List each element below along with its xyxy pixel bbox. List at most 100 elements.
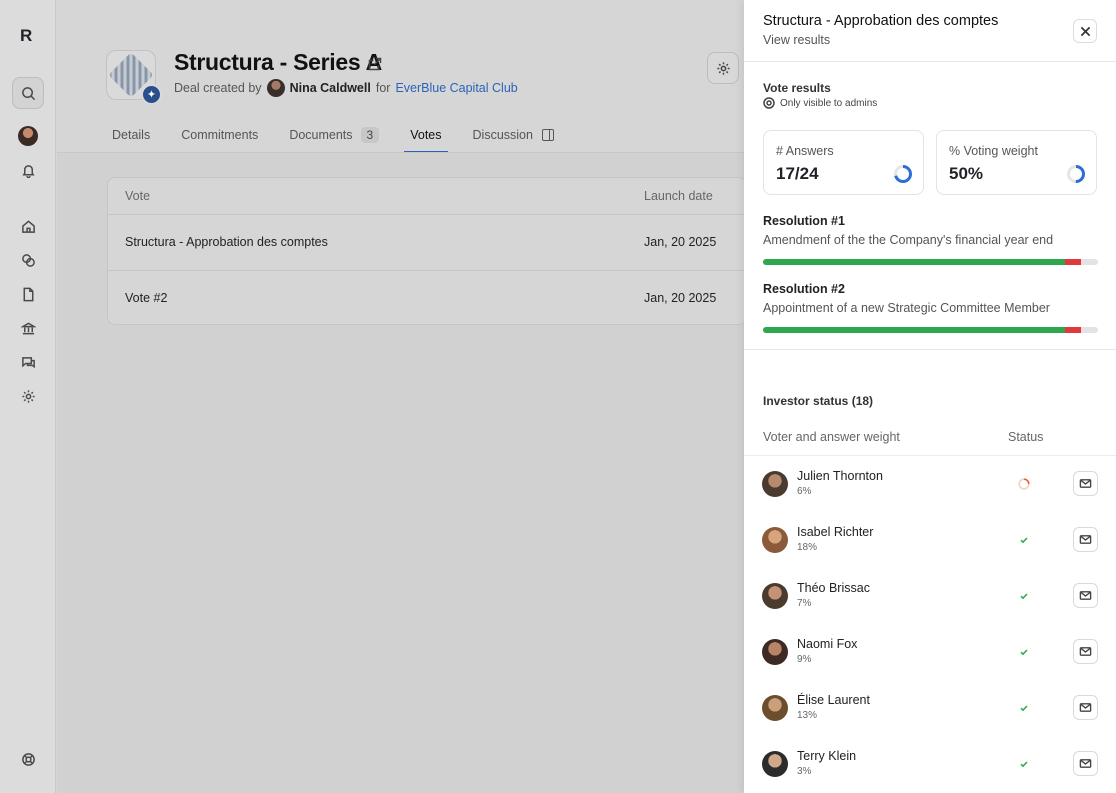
send-reminder-button[interactable] (1073, 695, 1098, 720)
bank-icon (20, 321, 36, 334)
investor-weight: 3% (797, 766, 812, 777)
help-button[interactable] (14, 745, 42, 773)
investor-row: Théo Brissac 7% (744, 568, 1116, 624)
club-link[interactable]: EverBlue Capital Club (395, 81, 517, 95)
left-rail: R (0, 0, 56, 793)
resolution-description: Amendmenf of the the Company's financial… (763, 233, 1054, 247)
club-badge-icon: ✦ (141, 84, 162, 105)
gear-icon (21, 389, 35, 403)
investor-status (1017, 701, 1031, 715)
resolution-1: Resolution #1 Amendmenf of the the Compa… (763, 214, 1098, 265)
send-reminder-button[interactable] (1073, 471, 1098, 496)
check-icon (1020, 593, 1028, 600)
nav-home[interactable] (14, 212, 42, 240)
investor-name: Terry Klein (797, 749, 857, 763)
resolution-result-bar (763, 259, 1098, 265)
nav-deals[interactable] (14, 246, 42, 274)
tab-discussion[interactable]: Discussion (467, 118, 560, 152)
for-label: for (375, 81, 391, 95)
pending-icon (1018, 478, 1030, 490)
mail-icon (1079, 591, 1092, 600)
answers-progress-ring (894, 165, 912, 183)
documents-count-badge: 3 (360, 127, 380, 143)
investor-row: Isabel Richter 18% (744, 512, 1116, 568)
vote-launch-date: Jan, 20 2025 (644, 291, 717, 305)
resolution-title: Resolution #2 (763, 282, 845, 296)
voting-weight-stat-card: % Voting weight 50% (936, 130, 1097, 195)
yes-segment (763, 327, 1065, 333)
vote-name: Structura - Approbation des comptes (125, 235, 328, 249)
eye-icon (763, 97, 775, 109)
investor-weight: 6% (797, 486, 812, 497)
deal-tabs: Details Commitments Documents 3 Votes Dis… (106, 118, 579, 153)
votes-table: Vote Launch date Structura - Approbation… (107, 177, 747, 325)
investor-row: Naomi Fox 9% (744, 624, 1116, 680)
resolution-2: Resolution #2 Appointment of a new Strat… (763, 282, 1098, 333)
investor-name: Julien Thornton (797, 469, 883, 483)
coins-icon (21, 253, 35, 267)
tab-votes[interactable]: Votes (404, 118, 448, 153)
app-logo[interactable]: R (20, 26, 32, 46)
nav-documents[interactable] (14, 280, 42, 308)
check-icon (1020, 705, 1028, 712)
chat-icon (21, 356, 35, 368)
investor-avatar (762, 527, 788, 553)
resolution-description: Appointment of a new Strategic Committee… (763, 301, 1050, 315)
panel-subtitle: View results (763, 33, 831, 47)
investor-name: Isabel Richter (797, 525, 874, 539)
created-by-label: Deal created by (174, 81, 262, 95)
deal-settings-button[interactable] (707, 52, 739, 84)
search-button[interactable] (12, 77, 44, 109)
vote-results-panel: Structura - Approbation des comptes View… (744, 0, 1116, 793)
vote-launch-date: Jan, 20 2025 (644, 235, 717, 249)
open-external-button[interactable] (367, 56, 383, 72)
close-button[interactable] (1073, 19, 1097, 43)
send-reminder-button[interactable] (1073, 583, 1098, 608)
voting-weight-progress-ring (1067, 165, 1085, 183)
lifebuoy-icon (21, 752, 35, 766)
yes-segment (763, 259, 1065, 265)
side-panel-icon (541, 129, 554, 141)
investor-row: Élise Laurent 13% (744, 680, 1116, 736)
tab-commitments[interactable]: Commitments (175, 118, 264, 152)
document-icon (23, 287, 33, 301)
voting-weight-value: 50% (949, 164, 984, 183)
deal-meta: Deal created by Nina Caldwell for EverBl… (174, 79, 518, 97)
investor-weight: 18% (797, 542, 818, 553)
nav-institutions[interactable] (14, 314, 42, 342)
send-reminder-button[interactable] (1073, 527, 1098, 552)
investor-status (1017, 757, 1031, 771)
investor-weight: 9% (797, 654, 812, 665)
investor-row: Julien Thornton 6% (744, 456, 1116, 512)
mail-icon (1079, 535, 1092, 544)
nav-settings[interactable] (14, 382, 42, 410)
mail-icon (1079, 647, 1092, 656)
creator-name[interactable]: Nina Caldwell (290, 81, 371, 95)
vote-name: Vote #2 (125, 291, 168, 305)
search-icon (21, 86, 35, 100)
nav-messages[interactable] (14, 348, 42, 376)
send-reminder-button[interactable] (1073, 751, 1098, 776)
investor-avatar (762, 639, 788, 665)
investor-weight: 7% (797, 598, 812, 609)
check-icon (1020, 649, 1028, 656)
tab-documents[interactable]: Documents 3 (283, 118, 385, 152)
table-row[interactable]: Structura - Approbation des comptes Jan,… (108, 215, 746, 271)
investor-avatar (762, 583, 788, 609)
mail-icon (1079, 759, 1092, 768)
investor-name: Naomi Fox (797, 637, 858, 651)
user-avatar[interactable] (18, 126, 38, 146)
home-icon (21, 219, 35, 233)
panel-title: Structura - Approbation des comptes (763, 13, 999, 29)
deal-logo: ✦ (106, 50, 162, 105)
investor-weight: 13% (797, 710, 818, 721)
investor-status (1017, 477, 1031, 491)
send-reminder-button[interactable] (1073, 639, 1098, 664)
table-row[interactable]: Vote #2 Jan, 20 2025 (108, 271, 746, 324)
notifications-button[interactable] (14, 156, 42, 184)
check-icon (1020, 537, 1028, 544)
investor-avatar (762, 471, 788, 497)
tab-details[interactable]: Details (106, 118, 156, 152)
answers-value: 17/24 (776, 164, 819, 183)
investor-name: Théo Brissac (797, 581, 870, 595)
